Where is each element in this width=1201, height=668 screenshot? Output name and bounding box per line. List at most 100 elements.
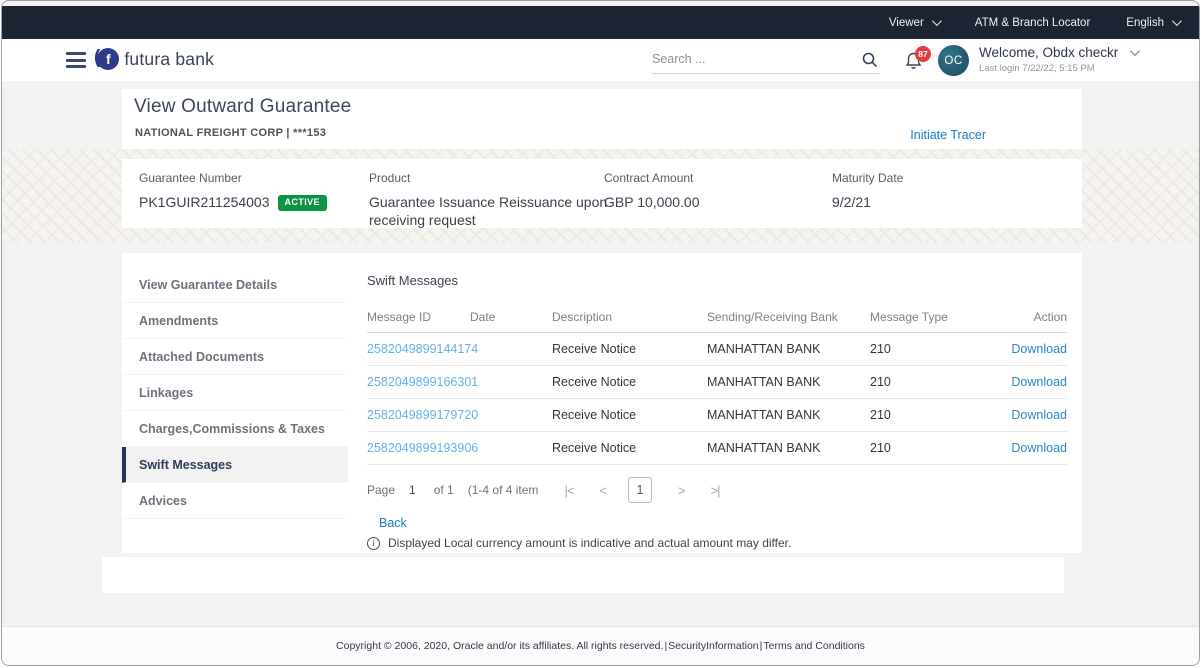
message-type-cell: 210: [870, 342, 891, 356]
last-login-text: Last login 7/22/22, 5:15 PM: [979, 63, 1095, 74]
product-label: Product: [369, 171, 411, 185]
brand-logo[interactable]: ( f futura bank: [94, 47, 215, 70]
download-link[interactable]: Download: [967, 441, 1067, 455]
page-range-label: (1-4 of 4 item: [467, 483, 539, 497]
role-selector-label: Viewer: [888, 16, 924, 29]
description-cell: Receive Notice: [552, 375, 637, 389]
chevron-down-icon: [1171, 16, 1182, 27]
guarantee-number-label: Guarantee Number: [139, 171, 242, 185]
product-value: Guarantee Issuance Reissuance upon recei…: [369, 194, 608, 229]
app-window: Viewer ATM & Branch Locator English ( f …: [1, 0, 1200, 666]
message-id-link[interactable]: 2582049899179720: [367, 408, 478, 422]
user-menu[interactable]: Welcome, Obdx checkr Last login 7/22/22,…: [979, 45, 1141, 74]
logo-circle-icon: f: [97, 48, 120, 70]
nav-item-attached-documents[interactable]: Attached Documents: [122, 339, 348, 375]
welcome-text: Welcome, Obdx checkr: [979, 45, 1119, 60]
description-cell: Receive Notice: [552, 441, 637, 455]
footer-separator: |: [759, 640, 763, 652]
first-page-icon[interactable]: |<: [564, 483, 574, 498]
utility-topbar: Viewer ATM & Branch Locator English: [2, 6, 1199, 39]
guarantee-number-value: PK1GUIR211254003 ACTIVE: [139, 193, 327, 212]
col-description: Description: [552, 309, 613, 324]
guarantee-number-field: Guarantee Number PK1GUIR211254003 ACTIVE: [139, 171, 327, 212]
status-badge: ACTIVE: [277, 194, 327, 212]
nav-item-advices[interactable]: Advices: [122, 483, 348, 519]
brand-name: futura bank: [124, 48, 215, 69]
contract-amount-value: GBP 10,000.00: [604, 194, 700, 210]
col-message-id: Message ID: [367, 309, 432, 324]
role-selector[interactable]: Viewer: [888, 16, 942, 29]
pagination: Page 1 of 1 (1-4 of 4 item |< < 1 > >|: [367, 475, 721, 505]
message-type-cell: 210: [870, 441, 891, 455]
page-number: 1: [409, 483, 416, 497]
table-row: 2582049899179720 Receive Notice MANHATTA…: [367, 399, 1067, 432]
col-message-type: Message Type: [870, 309, 948, 324]
download-link[interactable]: Download: [967, 408, 1067, 422]
avatar[interactable]: OC: [938, 45, 969, 76]
nav-item-charges-commissions-taxes[interactable]: Charges,Commissions & Taxes: [122, 411, 348, 447]
nav-item-linkages[interactable]: Linkages: [122, 375, 348, 411]
swift-messages-table: Message ID Date Description Sending/Rece…: [367, 301, 1067, 465]
currency-note-text: Displayed Local currency amount is indic…: [388, 536, 792, 550]
current-page-button[interactable]: 1: [628, 477, 652, 503]
contract-amount-field: Contract Amount GBP 10,000.00: [604, 171, 699, 211]
nav-item-view-guarantee-details[interactable]: View Guarantee Details: [122, 267, 348, 303]
page-of-label: of 1: [433, 483, 454, 497]
nav-item-amendments[interactable]: Amendments: [122, 303, 348, 339]
maturity-date-label: Maturity Date: [832, 171, 904, 185]
search-icon[interactable]: [862, 52, 878, 73]
section-nav: View Guarantee Details Amendments Attach…: [122, 267, 348, 519]
notification-bell-icon[interactable]: 87: [905, 46, 931, 75]
message-id-link[interactable]: 2582049899193906: [367, 441, 478, 455]
currency-note: i Displayed Local currency amount is ind…: [367, 536, 791, 550]
description-cell: Receive Notice: [552, 342, 637, 356]
main-content-card: View Guarantee Details Amendments Attach…: [122, 253, 1082, 553]
app-header: ( f futura bank 87 OC Welcome, Obdx chec…: [2, 39, 1199, 81]
section-title: Swift Messages: [367, 273, 459, 288]
search-bar: [652, 50, 880, 74]
notification-count-badge: 87: [915, 46, 931, 62]
atm-branch-locator-label: ATM & Branch Locator: [974, 16, 1091, 29]
col-bank: Sending/Receiving Bank: [707, 309, 838, 324]
hamburger-menu-icon[interactable]: [66, 52, 86, 72]
message-type-cell: 210: [870, 408, 891, 422]
language-selector[interactable]: English: [1126, 16, 1182, 29]
description-cell: Receive Notice: [552, 408, 637, 422]
table-row: 2582049899166301 Receive Notice MANHATTA…: [367, 366, 1067, 399]
table-row: 2582049899193906 Receive Notice MANHATTA…: [367, 432, 1067, 465]
product-field: Product Guarantee Issuance Reissuance up…: [369, 171, 609, 229]
page-title-card: View Outward Guarantee NATIONAL FREIGHT …: [122, 89, 1082, 149]
contract-amount-label: Contract Amount: [604, 171, 694, 185]
message-type-cell: 210: [870, 375, 891, 389]
initiate-tracer-link[interactable]: Initiate Tracer: [910, 128, 986, 142]
lower-card-strip: [102, 557, 1064, 593]
download-link[interactable]: Download: [967, 342, 1067, 356]
message-id-link[interactable]: 2582049899166301: [367, 375, 478, 389]
search-input[interactable]: [652, 50, 852, 68]
download-link[interactable]: Download: [967, 375, 1067, 389]
nav-item-swift-messages[interactable]: Swift Messages: [122, 447, 348, 483]
bank-cell: MANHATTAN BANK: [707, 408, 821, 422]
message-id-link[interactable]: 2582049899144174: [367, 342, 478, 356]
table-row: 2582049899144174 Receive Notice MANHATTA…: [367, 333, 1067, 366]
col-action: Action: [1033, 309, 1067, 324]
guarantee-summary-card: Guarantee Number PK1GUIR211254003 ACTIVE …: [122, 159, 1082, 228]
page-title: View Outward Guarantee: [134, 96, 352, 117]
back-link[interactable]: Back: [379, 516, 407, 530]
bank-cell: MANHATTAN BANK: [707, 375, 821, 389]
app-footer: Copyright © 2006, 2020, Oracle and/or it…: [2, 626, 1199, 665]
next-page-icon[interactable]: >: [678, 483, 686, 498]
security-information-link[interactable]: SecurityInformation: [668, 640, 758, 652]
footer-separator: |: [664, 640, 668, 652]
maturity-date-value: 9/2/21: [832, 194, 871, 210]
copyright-text: Copyright © 2006, 2020, Oracle and/or it…: [336, 640, 664, 652]
chevron-down-icon: [931, 16, 942, 27]
bank-cell: MANHATTAN BANK: [707, 342, 821, 356]
info-icon: i: [367, 536, 380, 550]
terms-and-conditions-link[interactable]: Terms and Conditions: [763, 640, 865, 652]
page-label: Page: [367, 483, 396, 497]
prev-page-icon[interactable]: <: [599, 483, 607, 498]
last-page-icon[interactable]: >|: [711, 483, 721, 498]
bank-cell: MANHATTAN BANK: [707, 441, 821, 455]
atm-branch-locator-link[interactable]: ATM & Branch Locator: [975, 17, 1090, 29]
